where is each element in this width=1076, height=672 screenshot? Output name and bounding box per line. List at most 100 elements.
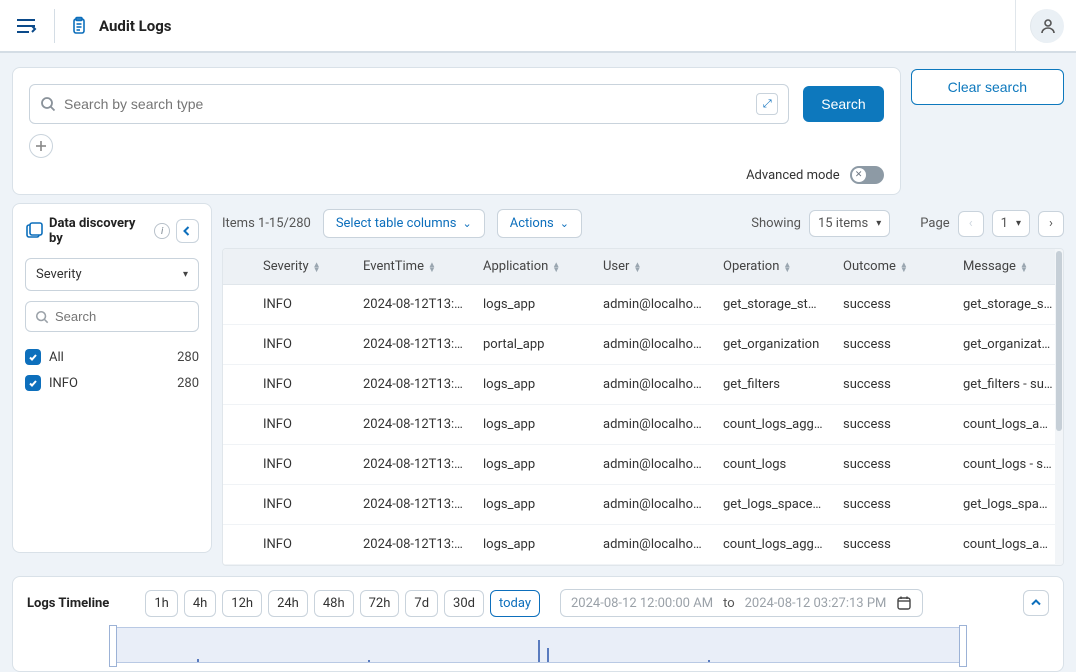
chevron-down-icon: ▾ <box>183 269 188 280</box>
cell-message: count_logs_agg... <box>953 525 1063 565</box>
clear-search-button[interactable]: Clear search <box>911 69 1064 105</box>
timeline-chart[interactable] <box>111 627 965 663</box>
clipboard-icon <box>69 16 89 36</box>
table-row[interactable]: INFO 2024-08-12T13:08:... logs_app admin… <box>223 525 1063 565</box>
page-size-select[interactable]: 15 items ▾ <box>809 210 890 237</box>
table-row[interactable]: INFO 2024-08-12T13:08:... logs_app admin… <box>223 365 1063 405</box>
cell-operation: get_logs_space_dis... <box>713 485 833 525</box>
range-button-4h[interactable]: 4h <box>184 590 216 617</box>
sort-icon[interactable]: ▲▼ <box>900 262 908 272</box>
search-input[interactable] <box>64 96 756 112</box>
app-header: Audit Logs <box>0 0 1076 53</box>
cell-message: get_organizatio... <box>953 325 1063 365</box>
add-filter-button[interactable] <box>29 134 53 158</box>
cell-severity: INFO <box>253 445 353 485</box>
cell-outcome: success <box>833 445 953 485</box>
sort-icon[interactable]: ▲▼ <box>552 262 560 272</box>
sort-icon[interactable]: ▲▼ <box>783 262 791 272</box>
cell-expand[interactable] <box>223 525 253 565</box>
cell-outcome: success <box>833 325 953 365</box>
sort-icon[interactable]: ▲▼ <box>1020 262 1028 272</box>
next-page-button[interactable]: › <box>1038 211 1064 237</box>
date-from: 2024-08-12 12:00:00 AM <box>571 596 713 611</box>
table-toolbar: Items 1-15/280 Select table columns ⌄ Ac… <box>222 203 1064 248</box>
checkbox-icon[interactable] <box>25 375 41 391</box>
advanced-mode-toggle[interactable]: ✕ <box>850 166 884 184</box>
column-header[interactable]: Operation▲▼ <box>713 249 833 285</box>
sort-icon[interactable]: ▲▼ <box>428 262 436 272</box>
cell-application: logs_app <box>473 365 593 405</box>
cell-operation: get_organization <box>713 325 833 365</box>
search-button[interactable]: Search <box>803 86 883 122</box>
expand-search-icon[interactable]: ⤢ <box>756 93 778 115</box>
cell-application: logs_app <box>473 285 593 325</box>
page-number-select[interactable]: 1 ▾ <box>992 210 1030 237</box>
range-handle-right[interactable] <box>959 625 967 667</box>
range-button-12h[interactable]: 12h <box>222 590 262 617</box>
cell-eventtime: 2024-08-12T13:27:... <box>353 325 473 365</box>
cell-expand[interactable] <box>223 285 253 325</box>
actions-button[interactable]: Actions ⌄ <box>497 209 582 238</box>
discovery-field-select[interactable]: Severity ▾ <box>25 258 199 291</box>
column-header[interactable]: User▲▼ <box>593 249 713 285</box>
range-button-today[interactable]: today <box>490 590 540 617</box>
table-row[interactable]: INFO 2024-08-12T13:08:... logs_app admin… <box>223 405 1063 445</box>
cell-expand[interactable] <box>223 445 253 485</box>
table-row[interactable]: INFO 2024-08-12T13:08:... logs_app admin… <box>223 485 1063 525</box>
filter-label: INFO <box>49 376 78 391</box>
table-row[interactable]: INFO 2024-08-12T13:27:... logs_app admin… <box>223 285 1063 325</box>
column-header[interactable]: EventTime▲▼ <box>353 249 473 285</box>
scrollbar-thumb[interactable] <box>1056 251 1062 431</box>
range-button-24h[interactable]: 24h <box>268 590 308 617</box>
cell-expand[interactable] <box>223 325 253 365</box>
checkbox-icon[interactable] <box>25 349 41 365</box>
date-to-label: to <box>723 596 735 611</box>
data-discovery-sidebar: Data discovery by i Severity ▾ All 280 I… <box>12 203 212 553</box>
sidebar-search-input[interactable] <box>55 309 189 324</box>
range-button-72h[interactable]: 72h <box>360 590 400 617</box>
search-input-wrap[interactable]: ⤢ <box>29 84 789 124</box>
page-title: Audit Logs <box>99 17 171 35</box>
cell-message: get_storage_sta... <box>953 285 1063 325</box>
range-handle-left[interactable] <box>109 625 117 667</box>
collapse-sidebar-button[interactable] <box>176 219 199 243</box>
table-row[interactable]: INFO 2024-08-12T13:08:... logs_app admin… <box>223 445 1063 485</box>
cell-user: admin@localhost.lo... <box>593 325 713 365</box>
cell-eventtime: 2024-08-12T13:08:... <box>353 485 473 525</box>
filter-row[interactable]: All 280 <box>25 344 199 370</box>
range-button-48h[interactable]: 48h <box>314 590 354 617</box>
column-header[interactable]: Application▲▼ <box>473 249 593 285</box>
prev-page-button[interactable]: ‹ <box>958 211 984 237</box>
range-button-1h[interactable]: 1h <box>145 590 177 617</box>
select-columns-button[interactable]: Select table columns ⌄ <box>323 209 485 238</box>
cell-expand[interactable] <box>223 485 253 525</box>
column-header[interactable]: Outcome▲▼ <box>833 249 953 285</box>
date-range-picker[interactable]: 2024-08-12 12:00:00 AM to 2024-08-12 03:… <box>560 589 923 617</box>
range-button-30d[interactable]: 30d <box>444 590 484 617</box>
cell-eventtime: 2024-08-12T13:08:... <box>353 445 473 485</box>
cell-expand[interactable] <box>223 405 253 445</box>
column-header[interactable]: Message▲▼ <box>953 249 1063 285</box>
info-icon[interactable]: i <box>154 223 169 239</box>
vertical-scrollbar[interactable] <box>1055 249 1063 565</box>
cell-user: admin@localhost.lo... <box>593 365 713 405</box>
table-row[interactable]: INFO 2024-08-12T13:27:... portal_app adm… <box>223 325 1063 365</box>
user-avatar[interactable] <box>1030 9 1064 43</box>
timeline-panel: Logs Timeline 1h4h12h24h48h72h7d30dtoday… <box>12 576 1064 672</box>
cell-severity: INFO <box>253 405 353 445</box>
collapse-timeline-button[interactable] <box>1023 590 1049 616</box>
range-button-7d[interactable]: 7d <box>405 590 438 617</box>
discovery-field-value: Severity <box>36 267 82 282</box>
sort-icon[interactable]: ▲▼ <box>313 262 321 272</box>
menu-toggle-icon[interactable] <box>12 12 40 40</box>
cell-expand[interactable] <box>223 365 253 405</box>
separator <box>54 9 55 43</box>
cell-outcome: success <box>833 485 953 525</box>
sidebar-search-wrap[interactable] <box>25 301 199 332</box>
cell-application: logs_app <box>473 445 593 485</box>
sort-icon[interactable]: ▲▼ <box>633 262 641 272</box>
cell-user: admin@localhost.lo... <box>593 405 713 445</box>
filter-row[interactable]: INFO 280 <box>25 370 199 396</box>
items-count-label: Items 1-15/280 <box>222 216 311 231</box>
column-header[interactable]: Severity▲▼ <box>253 249 353 285</box>
